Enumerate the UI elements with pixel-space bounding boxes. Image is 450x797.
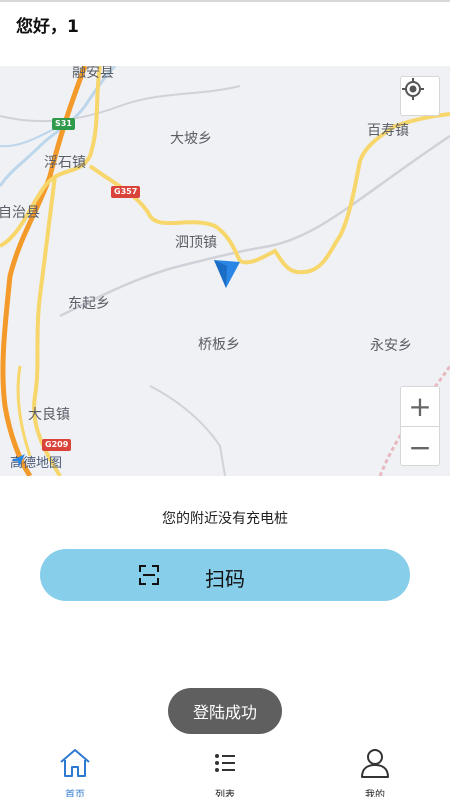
locate-button[interactable] — [400, 76, 440, 116]
scan-icon — [139, 565, 159, 585]
bottom-tab-bar: 首页 列表 我的 — [0, 742, 450, 797]
nearby-status-text: 您的附近没有充电桩 — [162, 511, 288, 527]
map-label-siding: 泗顶镇 — [175, 235, 217, 251]
map-label-fushi: 浮石镇 — [44, 155, 86, 171]
locate-icon — [402, 78, 424, 100]
user-icon — [361, 749, 389, 778]
map-label-rongan: 融安县 — [72, 66, 114, 81]
map-label-dongqi: 东起乡 — [68, 296, 110, 312]
tab-list[interactable]: 列表 — [185, 746, 265, 797]
scan-button[interactable]: 扫码 — [40, 549, 410, 601]
map-label-qiaoban: 桥板乡 — [198, 337, 240, 353]
map-label-baishou: 百寿镇 — [367, 123, 409, 139]
top-divider — [0, 0, 450, 2]
tab-mine[interactable]: 我的 — [335, 746, 415, 797]
app-screen: 您好，1 融安县 大坡乡 百寿镇 浮石镇 自治县 泗顶镇 东起乡 桥板乡 永安乡… — [0, 0, 450, 797]
amap-logo-icon — [11, 454, 25, 467]
tab-home[interactable]: 首页 — [35, 746, 115, 797]
tab-mine-label: 我的 — [365, 790, 385, 797]
road-shield-g209: G209 — [42, 439, 72, 451]
tab-list-label: 列表 — [215, 790, 235, 797]
zoom-in-button[interactable]: + — [401, 387, 439, 427]
map-view[interactable]: 融安县 大坡乡 百寿镇 浮石镇 自治县 泗顶镇 东起乡 桥板乡 永安乡 大良镇 … — [0, 66, 450, 476]
map-provider-logo: 高德地图 — [10, 452, 62, 471]
map-label-zizhixian: 自治县 — [0, 205, 40, 221]
zoom-control: + − — [400, 386, 440, 466]
tab-home-label: 首页 — [65, 790, 85, 797]
map-label-dapo: 大坡乡 — [170, 131, 212, 147]
map-label-yongan: 永安乡 — [370, 338, 412, 354]
home-icon — [60, 749, 90, 777]
road-shield-g357: G357 — [111, 186, 141, 198]
road-shield-s31: S31 — [52, 118, 75, 130]
scan-button-label: 扫码 — [205, 567, 245, 591]
login-success-toast: 登陆成功 — [168, 688, 282, 734]
zoom-out-button[interactable]: − — [401, 427, 439, 467]
greeting-text: 您好，1 — [16, 17, 79, 37]
list-icon — [215, 754, 235, 772]
map-label-daliang: 大良镇 — [28, 407, 70, 423]
